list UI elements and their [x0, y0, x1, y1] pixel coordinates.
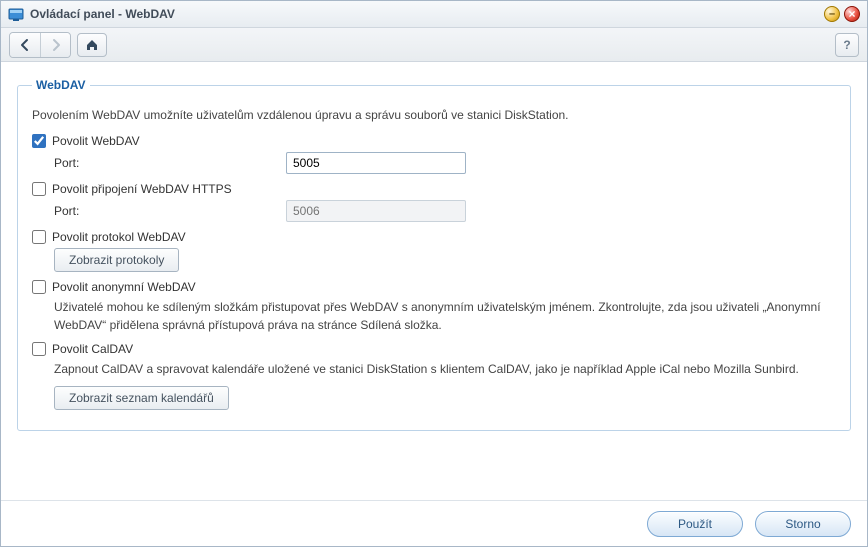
row-log-button: Zobrazit protokoly: [32, 248, 836, 272]
help-button[interactable]: ?: [835, 33, 859, 57]
cancel-button[interactable]: Storno: [755, 511, 851, 537]
back-button[interactable]: [10, 33, 40, 57]
enable-webdav-checkbox[interactable]: [32, 134, 46, 148]
row-webdav-port: Port:: [32, 152, 836, 174]
view-calendar-list-button[interactable]: Zobrazit seznam kalendářů: [54, 386, 229, 410]
anon-note: Uživatelé mohou ke sdíleným složkám přis…: [54, 298, 836, 334]
enable-anon-checkbox[interactable]: [32, 280, 46, 294]
enable-https-label[interactable]: Povolit připojení WebDAV HTTPS: [52, 182, 232, 196]
enable-https-checkbox[interactable]: [32, 182, 46, 196]
apply-button[interactable]: Použít: [647, 511, 743, 537]
toolbar: ?: [1, 28, 867, 62]
enable-caldav-label[interactable]: Povolit CalDAV: [52, 342, 133, 356]
window-title: Ovládací panel - WebDAV: [30, 7, 820, 21]
webdav-port-input[interactable]: [286, 152, 466, 174]
content-area: WebDAV Povolením WebDAV umožníte uživate…: [1, 62, 867, 500]
webdav-port-label: Port:: [54, 156, 286, 170]
window: Ovládací panel - WebDAV ? WebDAV Povolen…: [0, 0, 868, 547]
group-legend: WebDAV: [32, 78, 90, 92]
webdav-group: WebDAV Povolením WebDAV umožníte uživate…: [17, 78, 851, 431]
home-button[interactable]: [77, 33, 107, 57]
minimize-button[interactable]: [824, 6, 840, 22]
row-https-port: Port:: [32, 200, 836, 222]
enable-caldav-checkbox[interactable]: [32, 342, 46, 356]
footer: Použít Storno: [1, 500, 867, 546]
enable-log-label[interactable]: Povolit protokol WebDAV: [52, 230, 186, 244]
forward-button[interactable]: [40, 33, 70, 57]
caldav-note: Zapnout CalDAV a spravovat kalendáře ulo…: [54, 360, 799, 378]
row-enable-anon: Povolit anonymní WebDAV: [32, 280, 836, 294]
enable-webdav-label[interactable]: Povolit WebDAV: [52, 134, 140, 148]
row-enable-log: Povolit protokol WebDAV: [32, 230, 836, 244]
view-logs-button[interactable]: Zobrazit protokoly: [54, 248, 179, 272]
enable-log-checkbox[interactable]: [32, 230, 46, 244]
titlebar: Ovládací panel - WebDAV: [1, 1, 867, 28]
https-port-label: Port:: [54, 204, 286, 218]
group-description: Povolením WebDAV umožníte uživatelům vzd…: [32, 108, 836, 122]
close-button[interactable]: [844, 6, 860, 22]
row-enable-https: Povolit připojení WebDAV HTTPS: [32, 182, 836, 196]
row-anon-note: Uživatelé mohou ke sdíleným složkám přis…: [32, 298, 836, 334]
row-enable-caldav: Povolit CalDAV: [32, 342, 836, 356]
row-caldav-note: Zapnout CalDAV a spravovat kalendáře ulo…: [32, 360, 836, 378]
row-enable-webdav: Povolit WebDAV: [32, 134, 836, 148]
https-port-input: [286, 200, 466, 222]
app-icon: [8, 6, 24, 22]
row-caldav-button: Zobrazit seznam kalendářů: [32, 386, 836, 410]
enable-anon-label[interactable]: Povolit anonymní WebDAV: [52, 280, 196, 294]
nav-group: [9, 32, 71, 58]
